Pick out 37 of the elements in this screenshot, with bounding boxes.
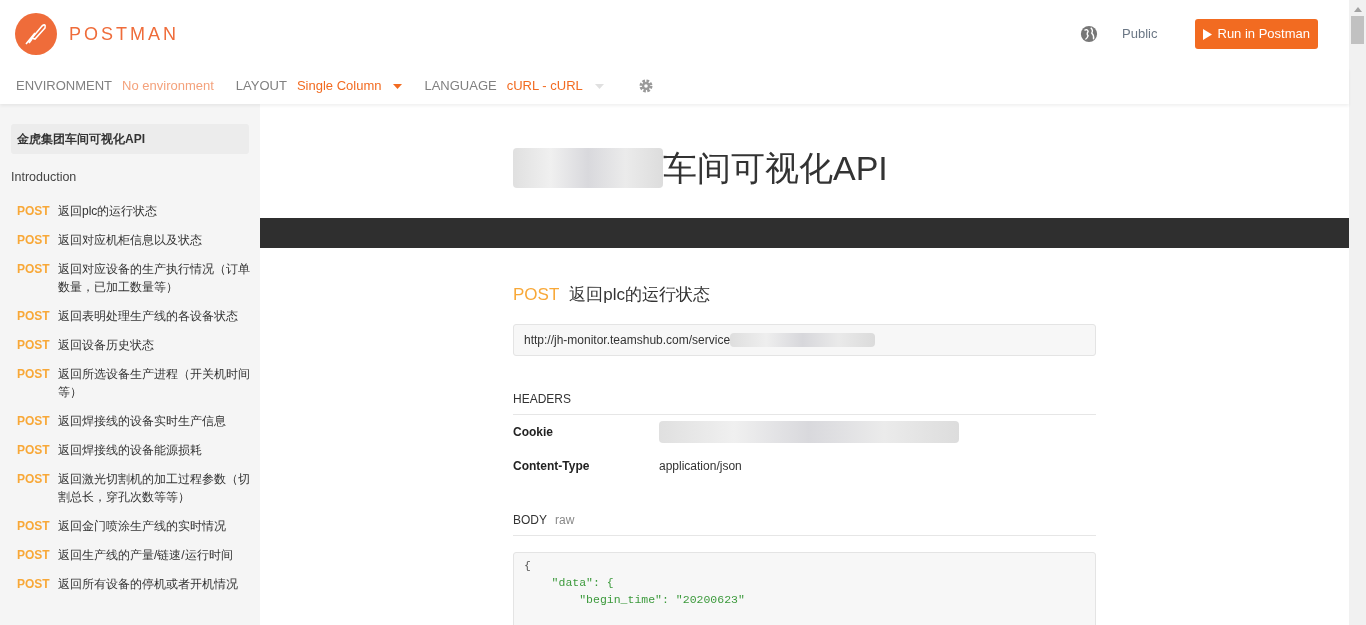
sidebar-request-item[interactable]: POST 返回所有设备的停机或者开机情况	[0, 569, 260, 599]
header-value: application/json	[659, 457, 742, 475]
introduction-link[interactable]: Introduction	[11, 168, 249, 187]
body-mode: raw	[555, 511, 575, 529]
scroll-up-icon[interactable]	[1353, 7, 1362, 12]
header-key: Cookie	[513, 422, 659, 441]
toolbar-label: LAYOUT	[235, 77, 287, 96]
sidebar-request-item[interactable]: POST 返回设备历史状态	[0, 330, 260, 360]
play-icon	[1202, 28, 1212, 40]
sidebar-request-item[interactable]: POST 返回焊接线的设备实时生产信息	[0, 406, 260, 436]
request-title: 返回plc的运行状态	[569, 284, 711, 306]
scrollbar-thumb[interactable]	[1351, 16, 1364, 44]
caret-icon	[393, 83, 403, 89]
sidebar-request-item[interactable]: POST 返回所选设备生产进程（开关机时间等）	[0, 359, 260, 407]
sidebar-request-item[interactable]: POST 返回生产线的产量/链速/运行时间	[0, 540, 260, 570]
sidebar-request-item[interactable]: POST 返回plc的运行状态	[0, 196, 260, 226]
visibility-label: Public	[1122, 25, 1158, 44]
sidebar-request-item[interactable]: POST 返回金门喷涂生产线的实时情况	[0, 511, 260, 541]
sidebar-request-item[interactable]: POST 返回激光切割机的加工过程参数（切割总长，穿孔次数等等）	[0, 464, 260, 512]
section-title: HEADERS	[513, 389, 1096, 415]
toolbar-label: ENVIRONMENT	[16, 77, 113, 96]
sidebar-request-item[interactable]: POST 返回对应机柜信息以及状态	[0, 225, 260, 255]
globe-icon	[1080, 25, 1099, 43]
toolbar-label: LANGUAGE	[424, 77, 497, 96]
sidebar-request-item[interactable]: POST 返回焊接线的设备能源损耗	[0, 435, 260, 465]
sidebar-request-item[interactable]: POST 返回对应设备的生产执行情况（订单数量，已加工数量等）	[0, 254, 260, 302]
collection-heading: 车间可视化API	[663, 147, 888, 189]
code-block: { "data": { "begin_time": "20200623"	[513, 551, 1096, 625]
collection-title[interactable]: 金虎集团车间可视化API	[11, 124, 249, 154]
settings-icon[interactable]	[637, 78, 654, 94]
brand-name: POSTMAN	[69, 22, 179, 46]
request-method: POST	[513, 284, 560, 306]
section-title: BODY	[513, 511, 547, 529]
url-field: http://jh-monitor.teamshub.com/service	[513, 323, 1096, 356]
sidebar-request-item[interactable]: POST 返回表明处理生产线的各设备状态	[0, 301, 260, 331]
header-key: Content-Type	[513, 456, 659, 475]
caret-icon	[594, 83, 604, 89]
